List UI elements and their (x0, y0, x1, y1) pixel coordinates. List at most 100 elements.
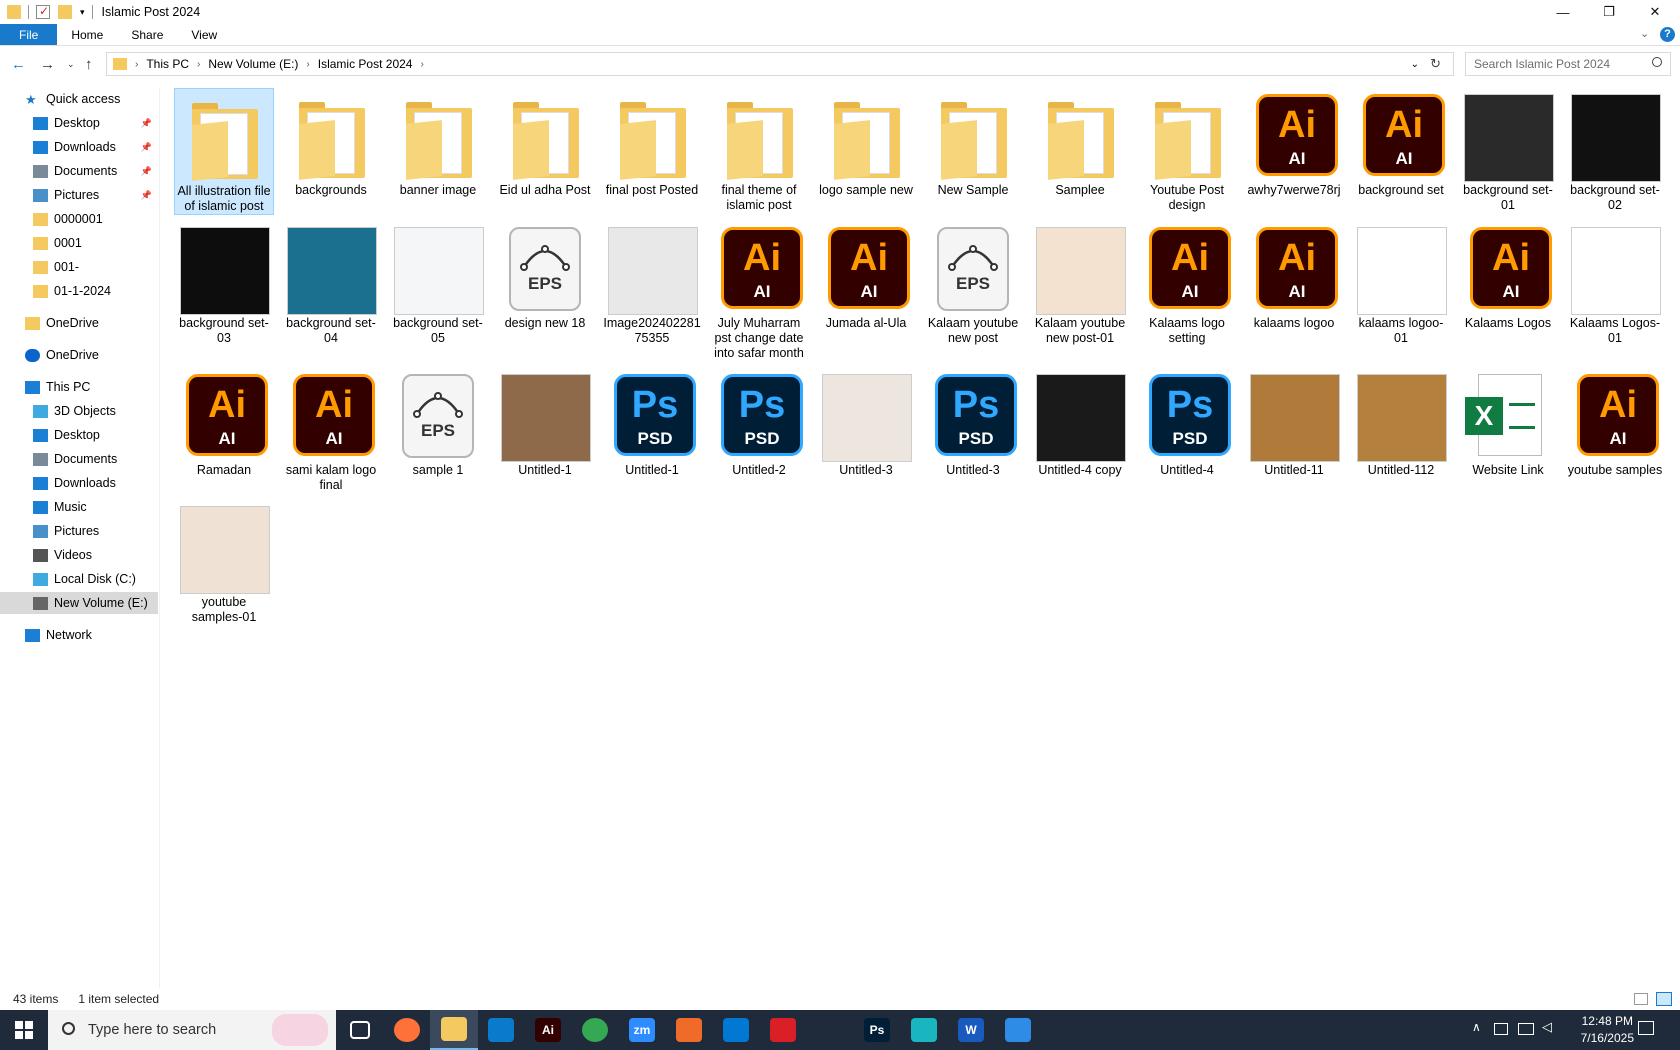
taskbar-app-teal[interactable] (900, 1010, 948, 1050)
back-arrow-icon[interactable]: ← (11, 56, 26, 73)
file-item[interactable]: Ai AI Ramadan (174, 368, 274, 478)
taskbar-zoom[interactable]: zm (618, 1010, 666, 1050)
tab-home[interactable]: Home (57, 24, 117, 45)
file-item[interactable]: New Sample (923, 88, 1023, 198)
search-icon[interactable] (1652, 57, 1662, 67)
file-item[interactable]: Ps PSD Untitled-1 (602, 368, 702, 478)
taskbar-outlook[interactable] (712, 1010, 760, 1050)
sidebar-item[interactable]: OneDrive (0, 312, 158, 334)
file-item[interactable]: Ps PSD Untitled-4 (1137, 368, 1237, 478)
file-item[interactable]: Untitled-11 (1244, 368, 1344, 478)
file-item[interactable]: Untitled-1 (495, 368, 595, 478)
file-item[interactable]: Samplee (1030, 88, 1130, 198)
tab-file[interactable]: File (0, 24, 58, 45)
sidebar-item[interactable]: 0001 (0, 232, 158, 254)
sidebar-item[interactable]: Downloads 📌 (0, 136, 158, 158)
network-status-icon[interactable] (1518, 1023, 1534, 1035)
sidebar-item[interactable]: OneDrive (0, 344, 158, 366)
properties-icon[interactable]: ✓ (36, 4, 50, 19)
file-item[interactable]: Untitled-3 (816, 368, 916, 478)
maximize-button[interactable]: ❐ (1586, 0, 1632, 24)
expand-ribbon-icon[interactable]: ⌄ (1640, 27, 1649, 40)
taskbar-task-view[interactable] (336, 1010, 384, 1050)
taskbar-pen-tool[interactable] (806, 1010, 854, 1050)
sidebar-item[interactable]: Documents (0, 448, 158, 470)
taskbar-file-explorer[interactable] (430, 1010, 478, 1050)
breadcrumb-current-folder[interactable]: Islamic Post 2024 (318, 57, 413, 71)
sidebar-item[interactable]: Videos (0, 544, 158, 566)
file-item[interactable]: Ai AI Jumada al-Ula (816, 221, 916, 331)
folder-icon[interactable] (7, 5, 21, 19)
tray-app-icon[interactable] (1494, 1023, 1508, 1035)
sidebar-item[interactable]: Desktop 📌 (0, 112, 158, 134)
sidebar-item[interactable]: Pictures (0, 520, 158, 542)
sidebar-item[interactable]: Music (0, 496, 158, 518)
breadcrumb-this-pc[interactable]: This PC (146, 57, 189, 71)
file-item[interactable]: backgrounds (281, 88, 381, 198)
taskbar-vscode[interactable] (477, 1010, 525, 1050)
file-item[interactable]: final post Posted (602, 88, 702, 198)
new-folder-icon[interactable] (58, 5, 72, 19)
file-item[interactable]: EPS design new 18 (495, 221, 595, 331)
sidebar-item[interactable]: Downloads (0, 472, 158, 494)
forward-arrow-icon[interactable]: → (40, 56, 55, 73)
file-item[interactable]: Ai AI Kalaams Logos (1458, 221, 1558, 331)
file-item[interactable]: Kalaam youtube new post-01 (1030, 221, 1130, 346)
address-dropdown-icon[interactable]: ⌄ (1411, 59, 1419, 70)
search-input[interactable]: Search Islamic Post 2024 (1465, 52, 1671, 76)
file-item[interactable]: background set-03 (174, 221, 274, 346)
file-item[interactable]: logo sample new (816, 88, 916, 198)
file-item[interactable]: Eid ul adha Post (495, 88, 595, 198)
file-item[interactable]: Ps PSD Untitled-2 (709, 368, 809, 478)
file-item[interactable]: background set-04 (281, 221, 381, 346)
sidebar-item[interactable]: ★ Quick access (0, 88, 158, 110)
sidebar-item[interactable]: New Volume (E:) (0, 592, 158, 614)
chevron-right-icon[interactable]: › (420, 59, 423, 70)
taskbar-illustrator[interactable]: Ai (524, 1010, 572, 1050)
show-hidden-icons-icon[interactable]: ∧ (1472, 1020, 1481, 1034)
file-item[interactable]: Ai AI background set (1351, 88, 1451, 198)
file-item[interactable]: Image20240228175355 (602, 221, 702, 346)
sidebar-item[interactable]: 01-1-2024 (0, 280, 158, 302)
address-path[interactable]: › This PC › New Volume (E:) › Islamic Po… (106, 52, 1454, 76)
file-item[interactable]: Ai AI July Muharram pst change date into s… (709, 221, 809, 361)
start-button[interactable] (0, 1010, 48, 1050)
taskbar-chrome[interactable] (571, 1010, 619, 1050)
taskbar-word[interactable]: W (947, 1010, 995, 1050)
file-item[interactable]: banner image (388, 88, 488, 198)
large-icons-view-icon[interactable] (1656, 992, 1672, 1006)
details-view-icon[interactable] (1634, 993, 1648, 1005)
taskbar-search-box[interactable]: Type here to search (48, 1010, 336, 1050)
file-item[interactable]: Ai AI awhy7werwe78rj (1244, 88, 1344, 198)
recent-locations-icon[interactable]: ⌄ (67, 59, 75, 70)
customize-toolbar-icon[interactable]: ▾ (80, 7, 85, 18)
close-button[interactable]: ✕ (1632, 0, 1678, 24)
sidebar-item[interactable]: 001- (0, 256, 158, 278)
minimize-button[interactable]: — (1540, 0, 1586, 24)
sidebar-item[interactable]: Desktop (0, 424, 158, 446)
tab-share[interactable]: Share (117, 24, 177, 45)
clock[interactable]: 12:48 PM 7/16/2025 (1581, 1013, 1634, 1047)
sidebar-item[interactable]: 0000001 (0, 208, 158, 230)
sidebar-item[interactable]: This PC (0, 376, 158, 398)
sidebar-item[interactable]: 3D Objects (0, 400, 158, 422)
up-arrow-icon[interactable]: ↑ (85, 56, 93, 73)
sidebar-item[interactable]: Pictures 📌 (0, 184, 158, 206)
file-item[interactable]: EPS sample 1 (388, 368, 488, 478)
file-item[interactable]: Ai AI kalaams logoo (1244, 221, 1344, 331)
file-item[interactable]: EPS Kalaam youtube new post (923, 221, 1023, 346)
notifications-icon[interactable] (1638, 1021, 1654, 1035)
tab-view[interactable]: View (177, 24, 231, 45)
breadcrumb-new-volume[interactable]: New Volume (E:) (208, 57, 298, 71)
chevron-right-icon[interactable]: › (197, 59, 200, 70)
taskbar-creative-cloud[interactable] (759, 1010, 807, 1050)
file-item[interactable]: final theme of islamic post (709, 88, 809, 213)
chevron-right-icon[interactable]: › (306, 59, 309, 70)
file-item[interactable]: background set-01 (1458, 88, 1558, 213)
file-item[interactable]: Ps PSD Untitled-3 (923, 368, 1023, 478)
taskbar-app-orange[interactable] (665, 1010, 713, 1050)
file-item[interactable]: background set-05 (388, 221, 488, 346)
file-item[interactable]: X Website Link (1458, 368, 1558, 478)
sidebar-item[interactable]: Local Disk (C:) (0, 568, 158, 590)
refresh-icon[interactable]: ↻ (1430, 56, 1441, 72)
